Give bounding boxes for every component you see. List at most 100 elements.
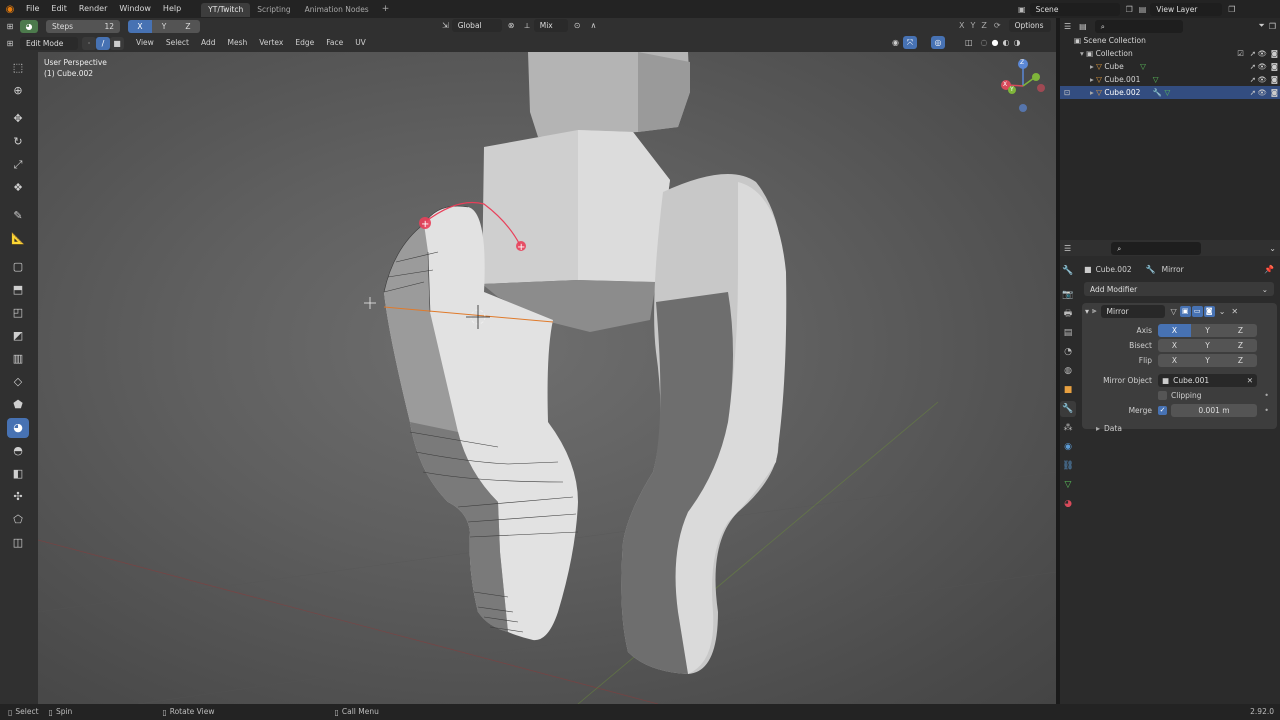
outliner-editor-icon[interactable]: ☰	[1064, 22, 1079, 31]
menu-edge[interactable]: Edge	[289, 34, 320, 52]
merge-distance-field[interactable]: 0.001 m	[1171, 403, 1257, 417]
collection-check-icon[interactable]: ☑	[1237, 47, 1244, 60]
physics-tab-icon[interactable]: ◉	[1060, 439, 1076, 455]
collection-select-icon[interactable]: ➚	[1250, 47, 1256, 60]
move-tool-icon[interactable]: ✥	[7, 109, 29, 129]
mirror-object-field[interactable]: ■ Cube.001 ✕	[1158, 373, 1257, 387]
smooth-tool-icon[interactable]: ◓	[7, 441, 29, 461]
falloff-icon[interactable]: ∧	[586, 21, 600, 30]
outliner-item-cube-002[interactable]: ⊡ ▸ ▽ Cube.002 🔧 ▽ ➚ 👁 ◙	[1060, 86, 1280, 99]
mirror-x-toggle[interactable]: X	[956, 21, 967, 30]
tab-scripting[interactable]: Scripting	[250, 3, 297, 17]
viewport-toggle-icon[interactable]: ▭	[1191, 305, 1203, 317]
menu-face[interactable]: Face	[320, 34, 349, 52]
outliner-search[interactable]: ⌕	[1094, 19, 1183, 33]
cube-001-eye-icon[interactable]: 👁	[1257, 73, 1267, 86]
cube-eye-icon[interactable]: 👁	[1257, 60, 1267, 73]
tool-tab-icon[interactable]: 🔧	[1060, 263, 1076, 279]
render-toggle-icon[interactable]: ◙	[1203, 305, 1215, 317]
scene-field[interactable]: Scene	[1029, 2, 1120, 16]
clipping-checkbox[interactable]	[1158, 390, 1167, 400]
world-tab-icon[interactable]: ◍	[1060, 363, 1076, 379]
rotate-tool-icon[interactable]: ↻	[7, 132, 29, 152]
orientation-dropdown[interactable]: Global	[451, 19, 502, 32]
menu-vertex[interactable]: Vertex	[253, 34, 289, 52]
flip-z-button[interactable]: Z	[1224, 353, 1257, 367]
clipping-keyframe-icon[interactable]: •	[1264, 391, 1277, 400]
modifier-name-field[interactable]: Mirror	[1100, 304, 1165, 318]
shear-tool-icon[interactable]: ⬠	[7, 510, 29, 530]
mirror-axis-z-button[interactable]: Z	[1224, 323, 1257, 337]
filter-icon[interactable]: ⏷	[1258, 21, 1268, 31]
tab-animation-nodes[interactable]: Animation Nodes	[298, 3, 376, 17]
inset-tool-icon[interactable]: ◰	[7, 303, 29, 323]
particles-tab-icon[interactable]: ⁂	[1060, 420, 1076, 436]
knife-tool-icon[interactable]: ◇	[7, 372, 29, 392]
edit-cage-icon[interactable]: ▽	[1169, 307, 1179, 316]
pin-icon[interactable]: 📌	[1264, 265, 1274, 274]
material-tab-icon[interactable]: ◕	[1060, 496, 1076, 512]
proportional-icon[interactable]: ⊙	[568, 21, 587, 30]
new-collection-icon[interactable]: ❐	[1269, 22, 1276, 31]
outliner-collection[interactable]: ▾ ▣ Collection ☑ ➚ 👁 ◙	[1060, 47, 1280, 60]
select-box-tool-icon[interactable]: ⬚	[7, 58, 29, 78]
transform-tool-icon[interactable]: ❖	[7, 178, 29, 198]
cube-002-eye-icon[interactable]: 👁	[1257, 86, 1267, 99]
properties-editor-icon[interactable]: ☰	[1064, 244, 1111, 253]
add-workspace-icon[interactable]: +	[376, 4, 396, 14]
tab-yt-twitch[interactable]: YT/Twitch	[201, 3, 251, 17]
mirror-z-toggle[interactable]: Z	[978, 21, 989, 30]
pivot-icon[interactable]: ⊗	[502, 21, 521, 30]
menu-select[interactable]: Select	[160, 34, 195, 52]
mirror-y-toggle[interactable]: Y	[967, 21, 978, 30]
collapse-panel-icon[interactable]: ▾	[1085, 307, 1092, 316]
snap-icon[interactable]: ⟂	[520, 21, 533, 31]
cube-001-select-icon[interactable]: ➚	[1250, 73, 1256, 86]
axis-z-button[interactable]: Z	[176, 19, 200, 33]
measure-tool-icon[interactable]: 📐	[7, 229, 29, 249]
bisect-y-button[interactable]: Y	[1191, 338, 1224, 352]
scale-tool-icon[interactable]: ⤢	[7, 155, 29, 175]
menu-help[interactable]: Help	[157, 0, 187, 18]
add-cube-tool-icon[interactable]: ▢	[7, 257, 29, 277]
view-layer-field[interactable]: View Layer	[1150, 2, 1223, 16]
cube-camera-icon[interactable]: ◙	[1271, 60, 1278, 73]
display-mode-icon[interactable]: ▤	[1079, 22, 1095, 31]
loop-cut-tool-icon[interactable]: ▥	[7, 349, 29, 369]
3d-viewport[interactable]: + + User Perspective (1) Cube.002 Z X Y	[38, 52, 1056, 704]
view-layer-tab-icon[interactable]: ▤	[1060, 325, 1076, 341]
editor-type-3d-icon[interactable]: ⊞	[0, 39, 20, 48]
edge-select-icon[interactable]: /	[96, 36, 110, 50]
menu-mesh[interactable]: Mesh	[221, 34, 253, 52]
mode-dropdown[interactable]: Edit Mode	[20, 36, 78, 50]
scene-icon[interactable]: ▣	[1018, 5, 1030, 14]
modifier-menu-icon[interactable]: ⌄	[1215, 307, 1230, 316]
menu-window[interactable]: Window	[113, 0, 157, 18]
new-view-layer-icon[interactable]: ❐	[1222, 5, 1241, 14]
xray-icon[interactable]: ◫	[959, 38, 979, 47]
axis-y-button[interactable]: Y	[152, 19, 176, 33]
modifier-tab-icon[interactable]: 🔧	[1060, 401, 1076, 417]
cube-002-select-icon[interactable]: ➚	[1250, 86, 1256, 99]
remove-modifier-icon[interactable]: ✕	[1229, 307, 1240, 316]
mirror-axis-y-button[interactable]: Y	[1191, 323, 1224, 337]
merge-keyframe-icon[interactable]: •	[1264, 406, 1277, 415]
collection-eye-icon[interactable]: 👁	[1257, 47, 1267, 60]
bevel-tool-icon[interactable]: ◩	[7, 326, 29, 346]
expand-data-icon[interactable]: ▸	[1096, 424, 1104, 433]
new-scene-icon[interactable]: ❐	[1120, 5, 1139, 14]
vertex-select-icon[interactable]: ·	[82, 36, 96, 50]
snap-mix-dropdown[interactable]: Mix	[533, 19, 568, 32]
shading-solid-icon[interactable]: ●	[990, 38, 1001, 47]
shading-rendered-icon[interactable]: ◑	[1012, 38, 1023, 47]
output-tab-icon[interactable]: 🖶	[1060, 306, 1076, 322]
menu-render[interactable]: Render	[73, 0, 113, 18]
menu-edit[interactable]: Edit	[45, 0, 73, 18]
clear-object-icon[interactable]: ✕	[1247, 374, 1253, 387]
object-tab-icon[interactable]: ■	[1060, 382, 1076, 398]
extrude-tool-icon[interactable]: ⬒	[7, 280, 29, 300]
outliner-item-cube[interactable]: ▸ ▽ Cube ▽ ➚ 👁 ◙	[1060, 60, 1280, 73]
face-select-icon[interactable]: ■	[110, 36, 124, 50]
edge-slide-tool-icon[interactable]: ◧	[7, 464, 29, 484]
active-tool-icon[interactable]: ◕	[20, 19, 38, 33]
